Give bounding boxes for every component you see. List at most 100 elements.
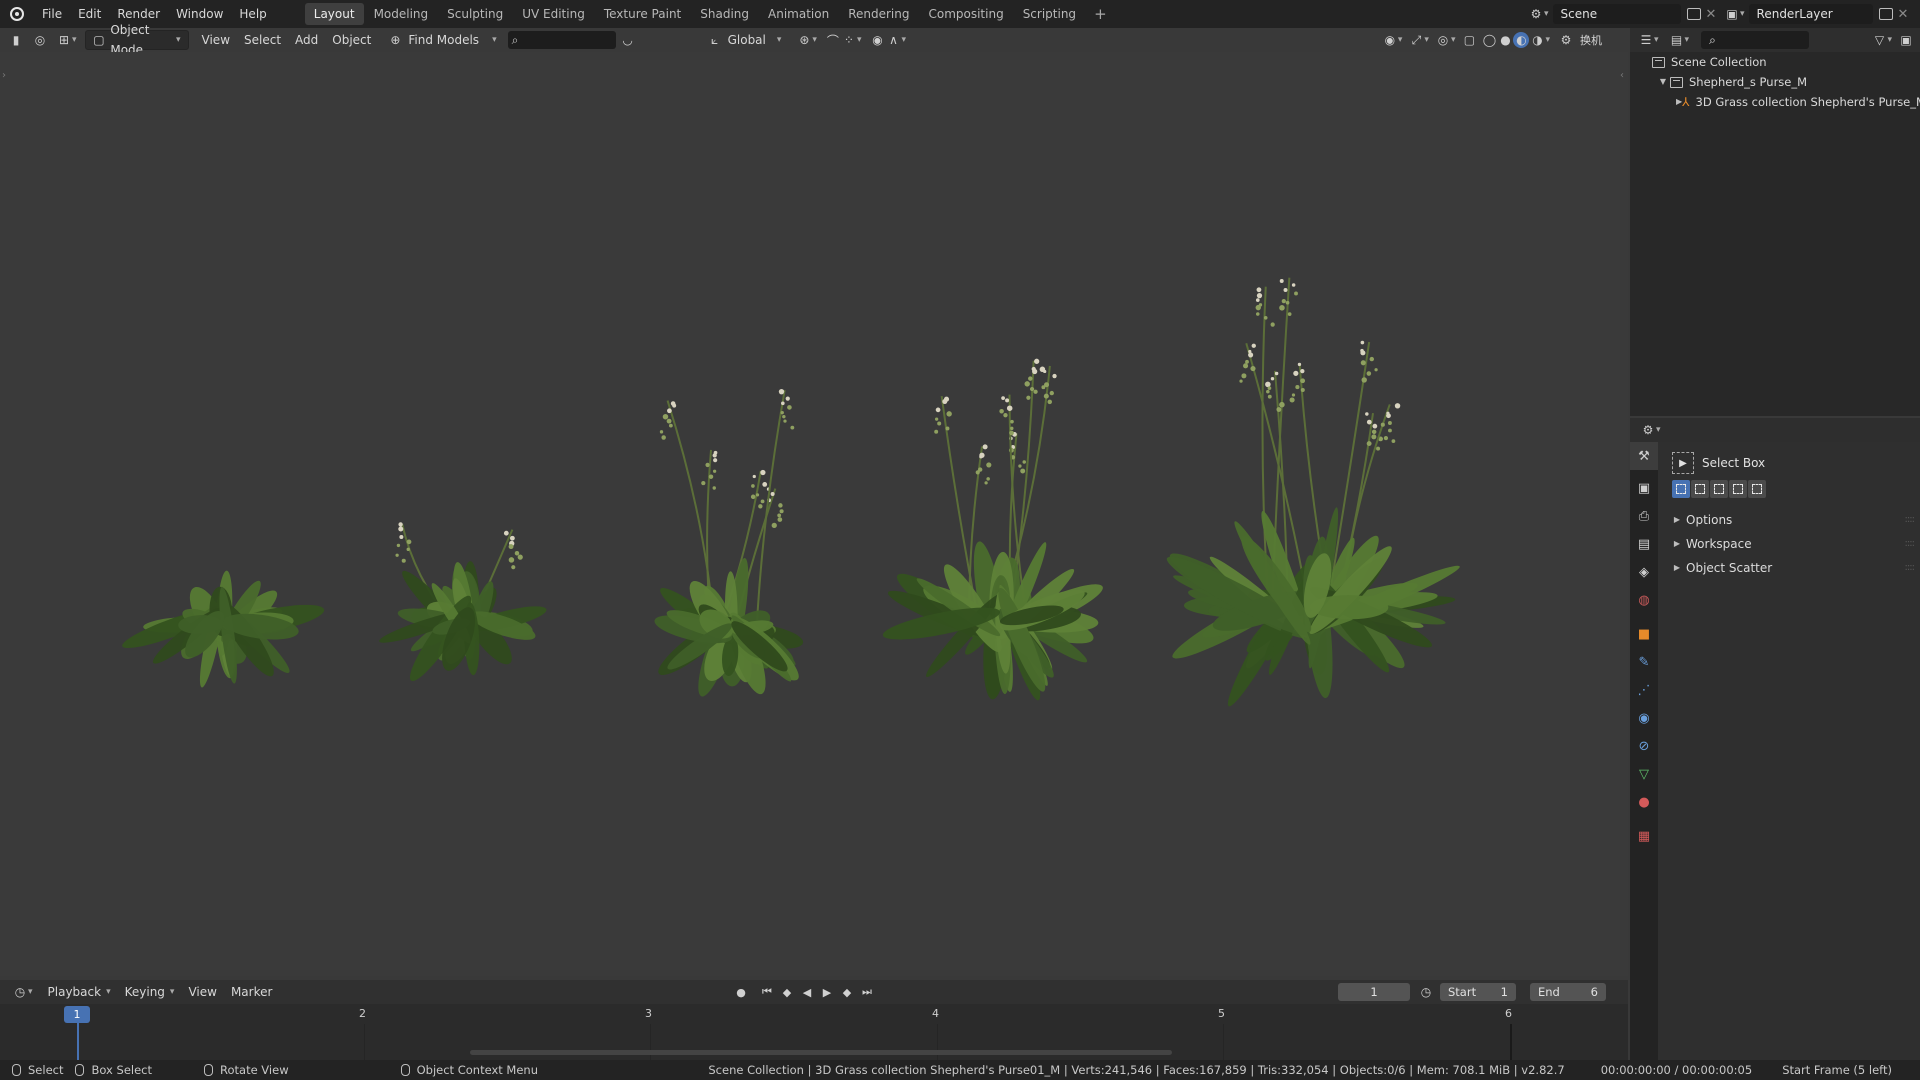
prev-keyframe-icon[interactable]: ◆ [778,983,796,1001]
tab-modeling[interactable]: Modeling [365,3,438,25]
mode-subtract-icon[interactable] [1710,480,1728,498]
close-scene-icon[interactable]: ✕ [1701,7,1722,22]
tab-texture-icon[interactable]: ▦ [1630,822,1658,850]
scene-icon[interactable]: ⚙ [1528,6,1544,22]
addon-label[interactable]: 换机 [1580,32,1602,48]
find-models-dropdown[interactable]: ⊕ Find Models ▾ [380,30,503,50]
tab-object-icon[interactable]: ■ [1630,620,1658,648]
tab-modifier-icon[interactable]: ✎ [1630,648,1658,676]
blender-logo-icon[interactable] [0,0,34,28]
chevron-down-icon[interactable]: ▾ [857,35,862,45]
tab-rendering[interactable]: Rendering [839,3,918,25]
close-layer-icon[interactable]: ✕ [1893,7,1914,22]
play-reverse-icon[interactable]: ◀ [798,983,816,1001]
properties-editor-icon[interactable]: ⚙ [1640,422,1656,438]
timeline-ruler[interactable]: 1 2 3 4 5 6 [0,1004,1628,1024]
tweak-tool-icon[interactable]: ◎ [32,32,48,48]
snap-icon[interactable]: ⌒ [825,32,841,48]
tab-scripting[interactable]: Scripting [1014,3,1085,25]
xray-icon[interactable]: ▢ [1461,32,1477,48]
end-frame-field[interactable]: End 6 [1530,983,1606,1001]
gizmo-icon[interactable]: ⤢ [1408,32,1424,48]
tab-constraints-icon[interactable]: ⊘ [1630,732,1658,760]
chevron-down-icon[interactable]: ▾ [1544,9,1549,19]
timeline-scrollbar[interactable] [470,1050,1172,1055]
timeline-body[interactable] [0,1024,1628,1060]
bookmark-icon[interactable]: ▮ [8,32,24,48]
chevron-down-icon[interactable]: ▾ [1887,35,1892,45]
tab-animation[interactable]: Animation [759,3,838,25]
tab-shading[interactable]: Shading [691,3,758,25]
select-box-icon[interactable]: ▶ [1672,452,1694,474]
mode-dropdown[interactable]: ▢ Object Mode ▾ [84,23,189,57]
outliner-row-collection[interactable]: ▼ Shepherd_s Purse_M [1630,72,1920,92]
search-options-icon[interactable]: ◡ [620,32,636,48]
chevron-down-icon[interactable]: ▾ [1654,35,1659,45]
keying-menu[interactable]: Keying ▾ [118,982,182,1002]
current-frame-field[interactable]: 1 [1338,983,1410,1001]
solid-shading-icon[interactable]: ● [1497,32,1513,48]
chevron-down-icon[interactable]: ▾ [1451,35,1456,45]
overlay-icon[interactable]: ◎ [1435,32,1451,48]
add-menu[interactable]: Add [288,30,325,50]
chevron-down-icon[interactable]: ▾ [28,987,33,997]
tab-data-icon[interactable]: ▽ [1630,760,1658,788]
tab-world-icon[interactable]: ◍ [1630,586,1658,614]
plant-model[interactable] [652,388,806,700]
tab-output-icon[interactable]: ⎙ [1630,502,1658,530]
next-keyframe-icon[interactable]: ◆ [838,983,856,1001]
tab-physics-icon[interactable]: ◉ [1630,704,1658,732]
drag-handle-icon[interactable]: :::: [1905,508,1916,532]
menu-help[interactable]: Help [231,0,274,28]
view-menu[interactable]: View [195,30,237,50]
start-frame-field[interactable]: Start 1 [1440,983,1516,1001]
sidebar-toggle-icon[interactable]: ‹ [1620,70,1624,81]
new-collection-icon[interactable]: ▣ [1898,32,1914,48]
tab-tool-icon[interactable]: ⚒ [1630,442,1658,470]
plant-model[interactable] [1161,277,1462,711]
outliner-search-input[interactable]: ⌕ [1701,31,1810,49]
chevron-down-icon[interactable]: ▾ [1656,425,1661,435]
chevron-down-icon[interactable]: ▾ [1685,35,1690,45]
expand-toggle-icon[interactable]: ▼ [1656,72,1670,92]
tab-material-icon[interactable]: ● [1630,788,1658,816]
filter-icon[interactable]: ▽ [1871,32,1887,48]
chevron-down-icon[interactable]: ▾ [1740,9,1745,19]
tab-view-layer-icon[interactable]: ▤ [1630,530,1658,558]
outliner-row-scene-collection[interactable]: Scene Collection [1630,52,1920,72]
3d-viewport[interactable]: › ‹ [0,52,1628,976]
editor-type-icon[interactable]: ⊞ [56,32,72,48]
record-icon[interactable]: ● [732,983,750,1001]
shepherds-purse-models[interactable] [119,277,1462,711]
chevron-down-icon[interactable]: ▾ [1398,35,1403,45]
scene-name-field[interactable]: Scene [1552,4,1681,24]
menu-edit[interactable]: Edit [70,0,109,28]
plant-model[interactable] [377,522,548,686]
jump-end-icon[interactable]: ⏭ [858,983,876,1001]
material-shading-icon[interactable]: ◐ [1513,32,1530,48]
tab-layout[interactable]: Layout [304,3,364,25]
proportional-edit-icon[interactable]: ◉ [869,32,885,48]
chevron-down-icon[interactable]: ▾ [812,35,817,45]
preview-range-icon[interactable]: ◷ [1418,984,1434,1000]
mode-new-icon[interactable] [1672,480,1690,498]
timeline-editor-icon[interactable]: ◷ [12,984,28,1000]
falloff-icon[interactable]: ∧ [885,32,901,48]
render-layer-icon[interactable]: ▣ [1724,6,1740,22]
marker-menu[interactable]: Marker [224,982,279,1002]
panel-options[interactable]: ▶ Options :::: [1658,508,1920,532]
snap-target-icon[interactable]: ⁘ [841,32,857,48]
tab-sculpting[interactable]: Sculpting [438,3,512,25]
drag-handle-icon[interactable]: :::: [1905,556,1916,580]
model-search-input[interactable]: ⌕ [507,31,616,49]
tab-particles-icon[interactable]: ⋰ [1630,676,1658,704]
tab-texture-paint[interactable]: Texture Paint [595,3,690,25]
drag-handle-icon[interactable]: :::: [1905,532,1916,556]
visibility-icon[interactable]: ◉ [1382,32,1398,48]
outliner-row-object[interactable]: ▶ ⅄ 3D Grass collection Shepherd's Purse… [1630,92,1920,112]
chevron-down-icon[interactable]: ▾ [1545,35,1550,45]
tab-uv-editing[interactable]: UV Editing [513,3,594,25]
plant-model[interactable] [119,570,326,689]
menu-file[interactable]: File [34,0,70,28]
chevron-down-icon[interactable]: ▾ [1424,35,1429,45]
